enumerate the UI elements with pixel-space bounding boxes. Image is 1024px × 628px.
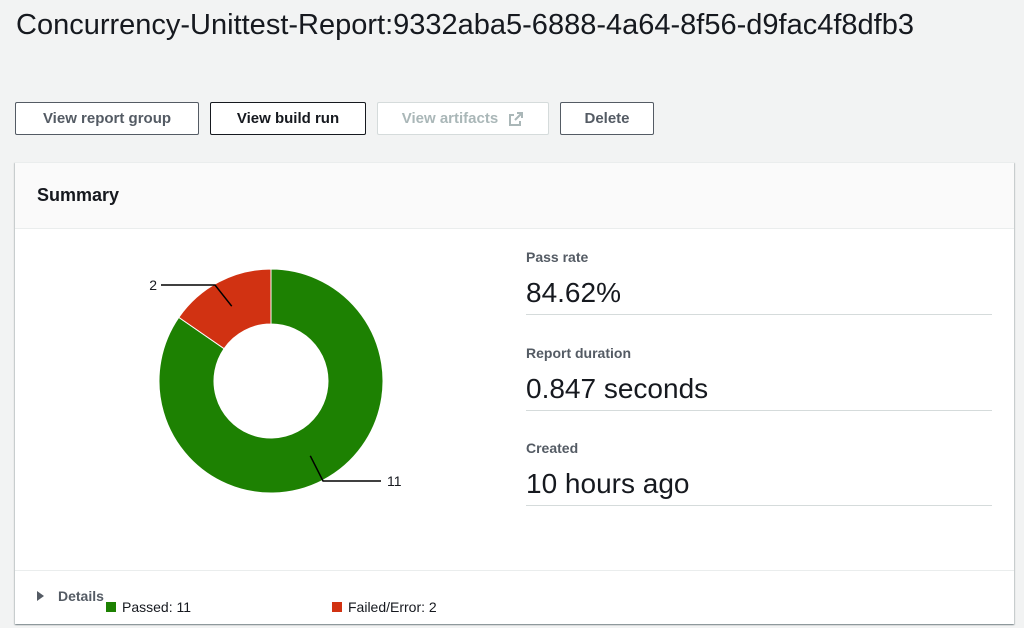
- details-label: Details: [58, 588, 104, 604]
- page-title: Concurrency-Unittest-Report:9332aba5-688…: [16, 9, 914, 41]
- results-chart: 11 2 Passed: 11 Failed/Error: 2: [15, 229, 515, 615]
- created-label: Created: [526, 440, 579, 456]
- slice-label-failed: 2: [149, 277, 157, 293]
- view-build-run-button[interactable]: View build run: [210, 102, 366, 135]
- report-duration-value: 0.847 seconds: [526, 373, 709, 404]
- summary-panel: Summary 11 2 Passed: 11 Failed/Error: 2 P…: [15, 162, 1014, 624]
- caret-right-icon: [37, 591, 44, 601]
- summary-title: Summary: [37, 185, 120, 205]
- view-artifacts-button[interactable]: View artifacts: [377, 102, 549, 135]
- external-link-icon: [508, 111, 524, 127]
- report-duration-metric: Report duration 0.847 seconds: [526, 325, 992, 411]
- view-report-group-button[interactable]: View report group: [15, 102, 199, 135]
- pass-rate-label: Pass rate: [526, 249, 589, 265]
- summary-header: Summary: [15, 163, 1014, 229]
- details-toggle[interactable]: Details: [37, 588, 104, 604]
- created-value: 10 hours ago: [526, 468, 690, 499]
- report-duration-label: Report duration: [526, 345, 631, 361]
- pass-rate-metric: Pass rate 84.62%: [526, 229, 992, 315]
- summary-footer: Details: [15, 570, 1014, 625]
- delete-button[interactable]: Delete: [560, 102, 654, 135]
- slice-label-passed: 11: [387, 473, 402, 489]
- created-metric: Created 10 hours ago: [526, 420, 992, 506]
- view-artifacts-label: View artifacts: [401, 110, 499, 127]
- pass-rate-value: 84.62%: [526, 277, 621, 308]
- donut-chart: 11 2: [149, 268, 402, 494]
